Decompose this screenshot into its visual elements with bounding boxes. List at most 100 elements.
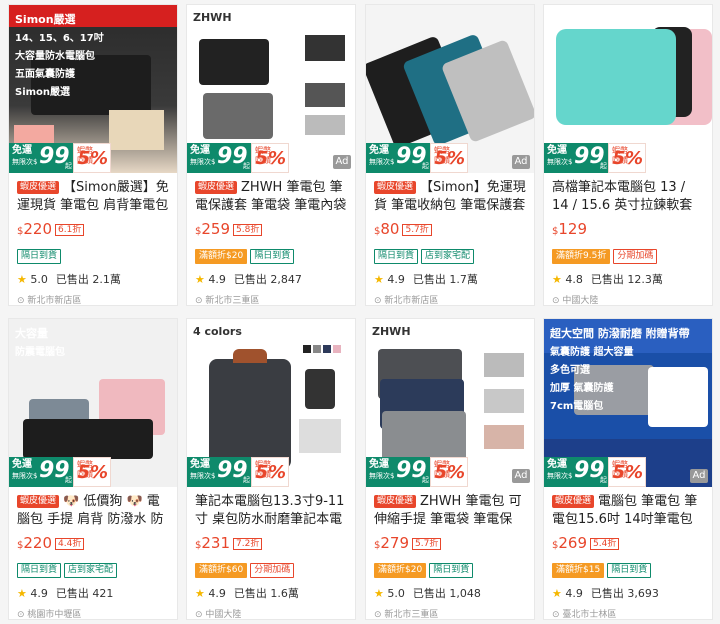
sold-count: 已售出 1,048 [412,587,481,600]
coin-percent: 5% [255,148,286,169]
rating-value: 4.8 [561,273,583,286]
coin-cashback-badge: 蝦幣 回饋 5% [251,143,289,173]
image-overlay-text: ZHWH [372,325,411,338]
service-tags: 滿額折$15 隔日到貨 [552,557,704,578]
product-card[interactable]: 大容量防震電腦包免運 無限次$ 99 起蝦幣 回饋 5% 蝦皮優選 🐶 低價狗 🐶 電腦包 手… [8,318,178,620]
image-overlay-text: 防震電腦包 [15,347,65,358]
free-shipping-badge: 免運 無限次$ 99 起 [366,457,430,487]
product-title[interactable]: 蝦皮優選🐶 低價狗 🐶 電腦包 手提 肩背 防潑水 防震 氣... [17,493,169,529]
image-overlay-text: 4 colors [193,325,242,338]
star-icon: ★ [552,273,562,286]
image-overlay-text: 氣囊防護 超大容量 [550,347,634,358]
sold-count: 已售出 3,693 [590,587,659,600]
price-row: $259 5.8折 [195,219,347,241]
product-image[interactable]: 大容量防震電腦包免運 無限次$ 99 起蝦幣 回饋 5% [9,319,177,487]
price-amount: 231 [201,534,231,552]
preferred-badge: 蝦皮優選 [17,495,60,508]
rating-row: ★ 4.9 已售出 1.7萬 [374,271,526,287]
product-image[interactable]: 免運 無限次$ 99 起蝦幣 回饋 5% Ad [366,5,534,173]
price-amount: 220 [23,534,53,552]
seller-location: 新北市三重區 [384,610,439,620]
service-tags: 隔日到貨 店到家宅配 [17,557,169,578]
location-row: ⊙ 臺北市士林區 [552,607,704,620]
discount-label: 5.7折 [402,224,432,236]
service-tags: 滿額折$20 隔日到貨 [195,243,347,264]
rating-value: 4.9 [26,587,48,600]
image-overlay-text: ZHWH [193,11,232,24]
image-overlay-text: 多色可選 [550,365,590,376]
image-overlay-text: 7cm電腦包 [550,401,604,412]
coin-percent: 5% [612,148,643,169]
product-title-text: 筆記本電腦包13.3寸9-11寸 桌包防水耐磨筆記本電腦... [195,494,345,527]
discount-label: 5.8折 [233,224,263,236]
product-image[interactable]: ZHWH 免運 無限次$ 99 起蝦幣 回饋 5% Ad [366,319,534,487]
location-pin-icon: ⊙ [552,296,563,306]
product-title[interactable]: 蝦皮優選電腦包 筆電包 筆電包15.6吋 14吋筆電包 手... [552,493,704,529]
product-image[interactable]: 4 colors 免運 無限次$ 99 起蝦幣 回饋 5% [187,319,355,487]
coin-percent: 5% [77,462,108,483]
rating-value: 4.9 [204,273,226,286]
product-image[interactable]: ZHWH 免運 無限次$ 99 起蝦幣 回饋 5% Ad [187,5,355,173]
product-image[interactable]: Simon嚴選 14、15、6、17吋 大容量防水電腦包 五面氣囊防護 Simon嚴選免… [9,5,177,173]
coin-percent: 5% [612,462,643,483]
free-shipping-badge: 免運 無限次$ 99 起 [9,457,73,487]
coin-cashback-badge: 蝦幣 回饋 5% [73,457,111,487]
price-row: $269 5.4折 [552,533,704,555]
star-icon: ★ [552,587,562,600]
star-icon: ★ [374,273,384,286]
product-card[interactable]: 超大空間 防潑耐磨 附贈背帶 氣囊防護 超大容量 多色可選 加厚 氣囊防護 7cm電腦包… [543,318,713,620]
discount-label: 5.7折 [412,538,442,550]
product-price: $129 [552,220,587,238]
location-pin-icon: ⊙ [552,610,563,620]
product-price: $220 [17,534,52,552]
seller-location: 臺北市士林區 [562,610,617,620]
image-overlay-text: 大容量 [15,327,48,340]
service-tag: 店到家宅配 [421,249,475,264]
image-overlay-text: 大容量防水電腦包 [15,51,95,62]
sold-count: 已售出 12.3萬 [590,273,663,286]
free-shipping-suffix: 起 [65,162,72,170]
sold-count: 已售出 2,847 [233,273,302,286]
product-image[interactable]: 超大空間 防潑耐磨 附贈背帶 氣囊防護 超大容量 多色可選 加厚 氣囊防護 7cm電腦包… [544,319,712,487]
free-shipping-suffix: 起 [243,162,250,170]
rating-row: ★ 5.0 已售出 1,048 [374,585,526,601]
service-tags: 滿額折9.5折 分期加碼 [552,243,704,264]
product-title[interactable]: 高檔筆記本電腦包 13 / 14 / 15.6 英寸拉鍊軟套 [552,179,704,215]
product-card[interactable]: 免運 無限次$ 99 起蝦幣 回饋 5% Ad 蝦皮優選 【Simon】免運現貨 筆電收納包 筆… [365,4,535,306]
product-image[interactable]: 免運 無限次$ 99 起蝦幣 回饋 5% [544,5,712,173]
location-row: ⊙ 新北市三重區 [195,293,347,305]
image-overlay-text: 超大空間 防潑耐磨 附贈背帶 [550,327,690,340]
rating-row: ★ 4.9 已售出 1.6萬 [195,585,347,601]
rating-value: 4.9 [383,273,405,286]
product-title[interactable]: 蝦皮優選【Simon嚴選】免運現貨 筆電包 肩背筆電包 ... [17,179,169,215]
free-shipping-suffix: 起 [65,476,72,484]
rating-value: 5.0 [383,587,405,600]
product-title[interactable]: 蝦皮優選【Simon】免運現貨 筆電收納包 筆電保護套 ... [374,179,526,215]
sold-count: 已售出 421 [55,587,114,600]
product-card[interactable]: 4 colors 免運 無限次$ 99 起蝦幣 回饋 5% 筆記本電腦包13.3寸9-11寸 … [186,318,356,620]
free-shipping-badge: 免運 無限次$ 99 起 [366,143,430,173]
service-tag: 隔日到貨 [17,563,62,578]
price-amount: 259 [201,220,231,238]
service-tags: 滿額折$60 分期加碼 [195,557,347,578]
product-card[interactable]: ZHWH 免運 無限次$ 99 起蝦幣 回饋 5% Ad 蝦皮優選 ZHWH 筆電包 可伸縮手提 … [365,318,535,620]
free-shipping-suffix: 起 [600,476,607,484]
product-price: $220 [17,220,52,238]
product-title[interactable]: 筆記本電腦包13.3寸9-11寸 桌包防水耐磨筆記本電腦... [195,493,347,529]
coin-cashback-badge: 蝦幣 回饋 5% [430,143,468,173]
free-shipping-suffix: 起 [243,476,250,484]
rating-row: ★ 4.9 已售出 3,693 [552,585,704,601]
star-icon: ★ [374,587,384,600]
product-card[interactable]: 免運 無限次$ 99 起蝦幣 回饋 5% 高檔筆記本電腦包 13 / 14 / 15.6 英… [543,4,713,306]
service-tag: 滿額折9.5折 [552,249,611,264]
free-shipping-badge: 免運 無限次$ 99 起 [544,143,608,173]
product-card[interactable]: ZHWH 免運 無限次$ 99 起蝦幣 回饋 5% Ad 蝦皮優選 ZHWH 筆電包 筆電保護套 … [186,4,356,306]
product-title[interactable]: 蝦皮優選ZHWH 筆電包 筆電保護套 筆電袋 筆電內袋 ... [195,179,347,215]
preferred-badge: 蝦皮優選 [374,495,417,508]
location-row: ⊙ 新北市新店區 [17,293,169,305]
product-title[interactable]: 蝦皮優選ZHWH 筆電包 可伸縮手提 筆電袋 筆電保護... [374,493,526,529]
product-card[interactable]: Simon嚴選 14、15、6、17吋 大容量防水電腦包 五面氣囊防護 Simon嚴選免… [8,4,178,306]
rating-row: ★ 4.8 已售出 12.3萬 [552,271,704,287]
service-tag: 隔日到貨 [607,563,652,578]
price-row: $220 6.1折 [17,219,169,241]
